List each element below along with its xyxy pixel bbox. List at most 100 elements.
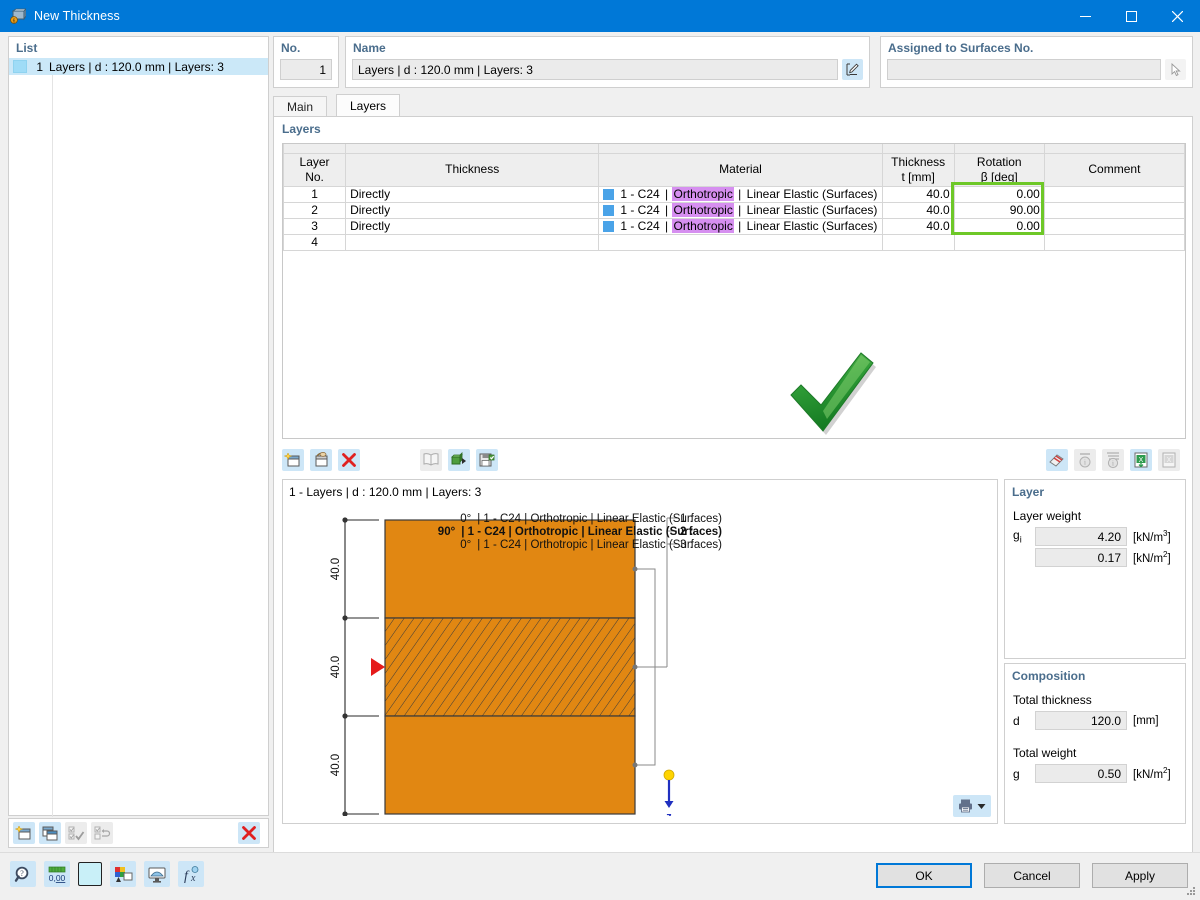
dialog-buttons: OK Cancel Apply — [876, 863, 1188, 888]
layer-weight-areal-value[interactable]: 0.17 — [1035, 548, 1127, 567]
preview-title: 1 - Layers | d : 120.0 mm | Layers: 3 — [289, 485, 482, 499]
material-orthotropic-tag: Orthotropic — [672, 187, 734, 201]
layers-grid: Layer No. Thickness Material Thickness t [… — [282, 143, 1186, 439]
list-item-swatch — [13, 60, 27, 73]
name-input[interactable]: Layers | d : 120.0 mm | Layers: 3 — [352, 59, 838, 80]
resize-grip[interactable] — [1185, 885, 1197, 897]
total-thickness-label: Total thickness — [1013, 693, 1092, 707]
legend-row-1: 1 :0° | 1 - C24 | Orthotropic | Linear El… — [460, 513, 722, 525]
table-row[interactable]: 3 Directly 1 - C24 | Orthotropic | Linea… — [282, 217, 1186, 235]
list-panel-caption: List — [16, 41, 38, 55]
layer-weight-volumetric-value[interactable]: 4.20 — [1035, 527, 1127, 546]
cell-material[interactable]: 1 - C24 | Orthotropic | Linear Elastic (… — [598, 185, 883, 203]
svg-text:i: i — [1112, 460, 1114, 468]
library-button — [420, 449, 442, 471]
name-field-box: Name Layers | d : 120.0 mm | Layers: 3 — [345, 36, 870, 88]
material-color-swatch — [603, 188, 615, 200]
minimize-button[interactable] — [1062, 0, 1108, 32]
layer-info-box: Layer Layer weight gi 4.20 [kN/m3] 0.17 … — [1004, 479, 1186, 659]
cell-layer-no: 3 — [282, 217, 347, 235]
cell-comment[interactable] — [1043, 201, 1186, 219]
cancel-button[interactable]: Cancel — [984, 863, 1080, 888]
table-row[interactable]: 4 — [282, 233, 1186, 251]
svg-text:f: f — [184, 869, 190, 884]
cell-thickness-t[interactable]: 40.0 — [881, 217, 955, 235]
cell-material[interactable]: 1 - C24 | Orthotropic | Linear Elastic (… — [598, 201, 883, 219]
layers-grid-toolbar: i i X X — [282, 447, 1186, 473]
cell-thickness-type[interactable]: Directly — [345, 185, 600, 203]
col-header-layer-no[interactable]: Layer No. — [282, 152, 347, 187]
new-item-button[interactable] — [13, 822, 35, 844]
cell-thickness-t[interactable]: 40.0 — [881, 201, 955, 219]
table-row[interactable]: 2 Directly 1 - C24 | Orthotropic | Linea… — [282, 201, 1186, 219]
svg-text:?: ? — [20, 869, 24, 878]
material-model: Linear Elastic (Surfaces) — [746, 187, 878, 201]
delete-layer-button[interactable] — [338, 449, 360, 471]
green-checkmark-icon — [781, 347, 881, 439]
cell-comment[interactable] — [1043, 233, 1186, 251]
formula-button[interactable]: f x — [178, 861, 204, 887]
tab-layers[interactable]: Layers — [336, 94, 401, 116]
list-toolbar — [8, 818, 269, 848]
cell-comment[interactable] — [1043, 217, 1186, 235]
svg-text:z: z — [666, 811, 672, 816]
table-row[interactable]: 1 Directly 1 - C24 | Orthotropic | Linea… — [282, 185, 1186, 203]
color-swatch-button[interactable] — [78, 862, 102, 886]
save-to-library-button[interactable] — [476, 449, 498, 471]
total-weight-value[interactable]: 0.50 — [1035, 764, 1127, 783]
col-header-thickness-type[interactable]: Thickness — [345, 152, 600, 187]
cell-thickness-type[interactable]: Directly — [345, 217, 600, 235]
col-header-thickness-t[interactable]: Thickness t [mm] — [881, 152, 955, 187]
layer-weight-label: Layer weight — [1013, 509, 1082, 523]
cell-layer-no: 1 — [282, 185, 347, 203]
cell-thickness-type[interactable] — [345, 233, 600, 251]
col-header-rotation[interactable]: Rotation β [deg] — [953, 152, 1045, 187]
layers-section-caption: Layers — [282, 122, 321, 136]
total-thickness-value[interactable]: 120.0 — [1035, 711, 1127, 730]
col-header-comment[interactable]: Comment — [1043, 152, 1186, 187]
display-settings-button[interactable] — [144, 861, 170, 887]
layers-tab-page: Layers Layer No. Thickness Material Thic… — [273, 116, 1193, 862]
current-layer-marker — [371, 658, 385, 676]
layer-block-2 — [384, 617, 636, 717]
cell-rotation[interactable]: 90.00 — [953, 201, 1045, 219]
list-item[interactable]: 1 Layers | d : 120.0 mm | Layers: 3 — [9, 58, 268, 75]
import-layer-button[interactable] — [310, 449, 332, 471]
cell-thickness-t[interactable] — [881, 233, 955, 251]
cell-material[interactable]: 1 - C24 | Orthotropic | Linear Elastic (… — [598, 217, 883, 235]
number-input[interactable]: 1 — [280, 59, 332, 80]
cell-thickness-t[interactable]: 40.0 — [881, 185, 955, 203]
excel-export-button[interactable]: X — [1130, 449, 1152, 471]
cell-rotation[interactable]: 0.00 — [953, 217, 1045, 235]
maximize-button[interactable] — [1108, 0, 1154, 32]
print-preview-button[interactable] — [953, 795, 991, 817]
copy-item-button[interactable] — [39, 822, 61, 844]
assigned-surfaces-input[interactable] — [887, 59, 1161, 80]
magnifier-icon: ? — [14, 866, 28, 882]
excel-import-button: X — [1158, 449, 1180, 471]
cell-comment[interactable] — [1043, 185, 1186, 203]
assigned-surfaces-label: Assigned to Surfaces No. — [888, 41, 1034, 55]
tab-main[interactable]: Main — [273, 96, 328, 116]
delete-item-button[interactable] — [238, 822, 260, 844]
cell-rotation[interactable]: 0.00 — [953, 185, 1045, 203]
load-from-library-button[interactable] — [448, 449, 470, 471]
legend-row-3: 3 :0° | 1 - C24 | Orthotropic | Linear El… — [460, 539, 722, 551]
total-thickness-symbol: d — [1013, 713, 1020, 728]
dimension-label-3: 40.0 — [330, 754, 342, 776]
zoom-tool-button[interactable]: ? — [10, 861, 36, 887]
new-layer-button[interactable] — [282, 449, 304, 471]
cell-thickness-type[interactable]: Directly — [345, 201, 600, 219]
apply-button[interactable]: Apply — [1092, 863, 1188, 888]
render-colors-button[interactable] — [110, 861, 136, 887]
close-button[interactable] — [1154, 0, 1200, 32]
cell-material[interactable] — [598, 233, 883, 251]
cell-rotation[interactable] — [953, 233, 1045, 251]
eraser-button[interactable] — [1046, 449, 1068, 471]
svg-text:X: X — [1167, 457, 1172, 464]
ok-button[interactable]: OK — [876, 863, 972, 888]
col-header-material[interactable]: Material — [598, 152, 883, 187]
pencil-edit-icon[interactable] — [842, 59, 863, 80]
info-list-button: i — [1102, 449, 1124, 471]
decimal-places-button[interactable]: 0,00 — [44, 861, 70, 887]
